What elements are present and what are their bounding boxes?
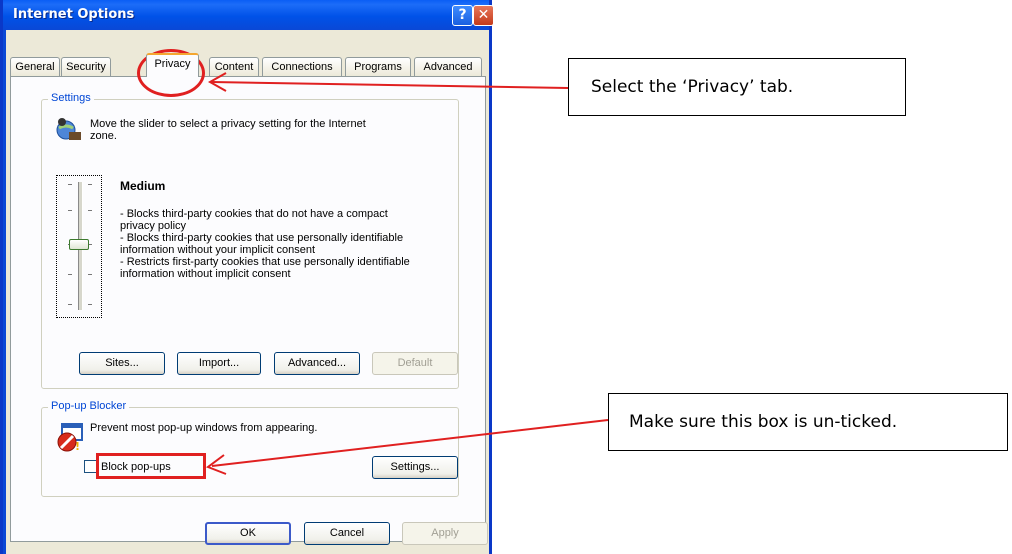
- privacy-desc-line: information without implicit consent: [120, 268, 291, 280]
- settings-intro-line2: zone.: [90, 130, 117, 142]
- popup-blocker-group: Pop-up Blocker ! Prevent most pop-up win…: [41, 400, 459, 497]
- privacy-callout: Select the ‘Privacy’ tab.: [568, 58, 906, 116]
- import-button[interactable]: Import...: [177, 352, 261, 375]
- tab-privacy[interactable]: Privacy: [146, 53, 199, 77]
- window-title: Internet Options: [13, 7, 135, 22]
- tab-content[interactable]: Content: [209, 57, 259, 76]
- privacy-desc-line: information without your implicit consen…: [120, 244, 316, 256]
- slider-tick: [88, 304, 92, 305]
- slider-tick: [68, 184, 72, 185]
- advanced-button[interactable]: Advanced...: [274, 352, 360, 375]
- slider-tick: [68, 304, 72, 305]
- sites-button[interactable]: Sites...: [79, 352, 165, 375]
- privacy-desc-line: privacy policy: [120, 220, 187, 232]
- privacy-desc-line: - Blocks third-party cookies that do not…: [120, 208, 388, 220]
- settings-group-title: Settings: [48, 92, 94, 104]
- default-button[interactable]: Default: [372, 352, 458, 375]
- slider-tick: [68, 210, 72, 211]
- close-button[interactable]: ✕: [473, 5, 494, 26]
- tab-advanced[interactable]: Advanced: [414, 57, 482, 76]
- privacy-slider[interactable]: [56, 175, 102, 318]
- title-bar[interactable]: Internet Options ? ✕: [3, 0, 494, 30]
- cancel-button[interactable]: Cancel: [304, 522, 390, 545]
- privacy-globe-icon: [54, 116, 82, 142]
- internet-options-window: Internet Options ? ✕ General Security Pr…: [0, 0, 494, 554]
- privacy-level-title: Medium: [120, 179, 166, 193]
- privacy-callout-text: Select the ‘Privacy’ tab.: [591, 77, 794, 97]
- slider-tick: [88, 184, 92, 185]
- settings-group: Settings Move the slider to select a pri…: [41, 92, 459, 389]
- privacy-desc-line: - Restricts first-party cookies that use…: [120, 256, 410, 268]
- checkbox-callout: Make sure this box is un-ticked.: [608, 393, 1008, 451]
- slider-tick: [88, 210, 92, 211]
- slider-thumb[interactable]: [69, 239, 89, 250]
- tab-general[interactable]: General: [10, 57, 60, 76]
- slider-tick: [68, 274, 72, 275]
- popup-blocker-icon: !: [56, 422, 84, 454]
- block-popups-highlight: [96, 453, 206, 479]
- popup-settings-button[interactable]: Settings...: [372, 456, 458, 479]
- tab-security[interactable]: Security: [61, 57, 111, 76]
- ok-button[interactable]: OK: [205, 522, 291, 545]
- checkbox-callout-text: Make sure this box is un-ticked.: [629, 412, 898, 432]
- slider-tick: [88, 274, 92, 275]
- privacy-desc-line: - Blocks third-party cookies that use pe…: [120, 232, 404, 244]
- help-button[interactable]: ?: [452, 5, 473, 26]
- svg-text:!: !: [75, 440, 80, 453]
- tab-programs[interactable]: Programs: [345, 57, 411, 76]
- dialog-body: General Security Privacy Content Connect…: [6, 30, 489, 554]
- apply-button[interactable]: Apply: [402, 522, 488, 545]
- popup-prevent-text: Prevent most pop-up windows from appeari…: [90, 422, 318, 434]
- popup-blocker-group-title: Pop-up Blocker: [48, 400, 130, 412]
- settings-intro-line1: Move the slider to select a privacy sett…: [90, 118, 366, 130]
- tab-connections[interactable]: Connections: [262, 57, 342, 76]
- privacy-tab-panel: Settings Move the slider to select a pri…: [10, 76, 486, 542]
